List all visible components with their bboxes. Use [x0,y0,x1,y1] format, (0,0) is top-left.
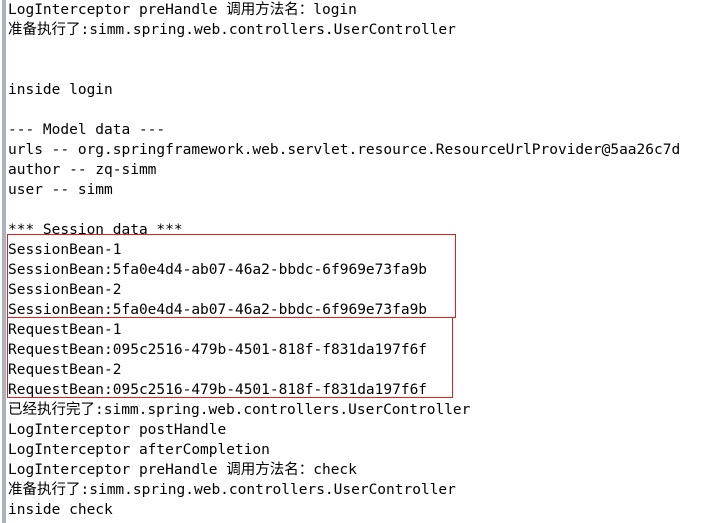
log-line: LogInterceptor preHandle 调用方法名：login [8,2,357,18]
log-line: *** Session data *** [8,222,183,238]
console-output-view[interactable]: LogInterceptor preHandle 调用方法名：login 准备执行… [0,0,716,523]
console-gutter-bar [2,0,6,523]
log-line: inside login [8,82,113,98]
console-log-line-list: LogInterceptor preHandle 调用方法名：login 准备执行… [8,0,716,520]
log-line: --- Model data --- [8,122,166,138]
log-line: SessionBean:5fa0e4d4-ab07-46a2-bbdc-6f96… [8,262,428,278]
log-line: user -- simm [8,182,113,198]
log-line: RequestBean:095c2516-479b-4501-818f-f831… [8,342,428,358]
log-line: LogInterceptor postHandle [8,422,227,438]
log-line: RequestBean-2 [8,362,122,378]
log-line-blank [8,100,716,120]
log-line-blank [8,200,716,220]
log-line: 准备执行了:simm.spring.web.controllers.UserCo… [8,482,456,498]
log-line: author -- zq-simm [8,162,157,178]
log-line: SessionBean-2 [8,282,122,298]
log-line: RequestBean-1 [8,322,122,338]
log-line: SessionBean:5fa0e4d4-ab07-46a2-bbdc-6f96… [8,302,428,318]
log-line-blank [8,60,716,80]
log-line-blank [8,40,716,60]
log-line: SessionBean-1 [8,242,122,258]
log-line: LogInterceptor preHandle 调用方法名：check [8,462,357,478]
log-line: 准备执行了:simm.spring.web.controllers.UserCo… [8,22,456,38]
log-line: RequestBean:095c2516-479b-4501-818f-f831… [8,382,428,398]
log-line: 已经执行完了:simm.spring.web.controllers.UserC… [8,402,471,418]
log-line: inside check [8,502,113,518]
log-line: urls -- org.springframework.web.servlet.… [8,142,681,158]
log-line: LogInterceptor afterCompletion [8,442,270,458]
